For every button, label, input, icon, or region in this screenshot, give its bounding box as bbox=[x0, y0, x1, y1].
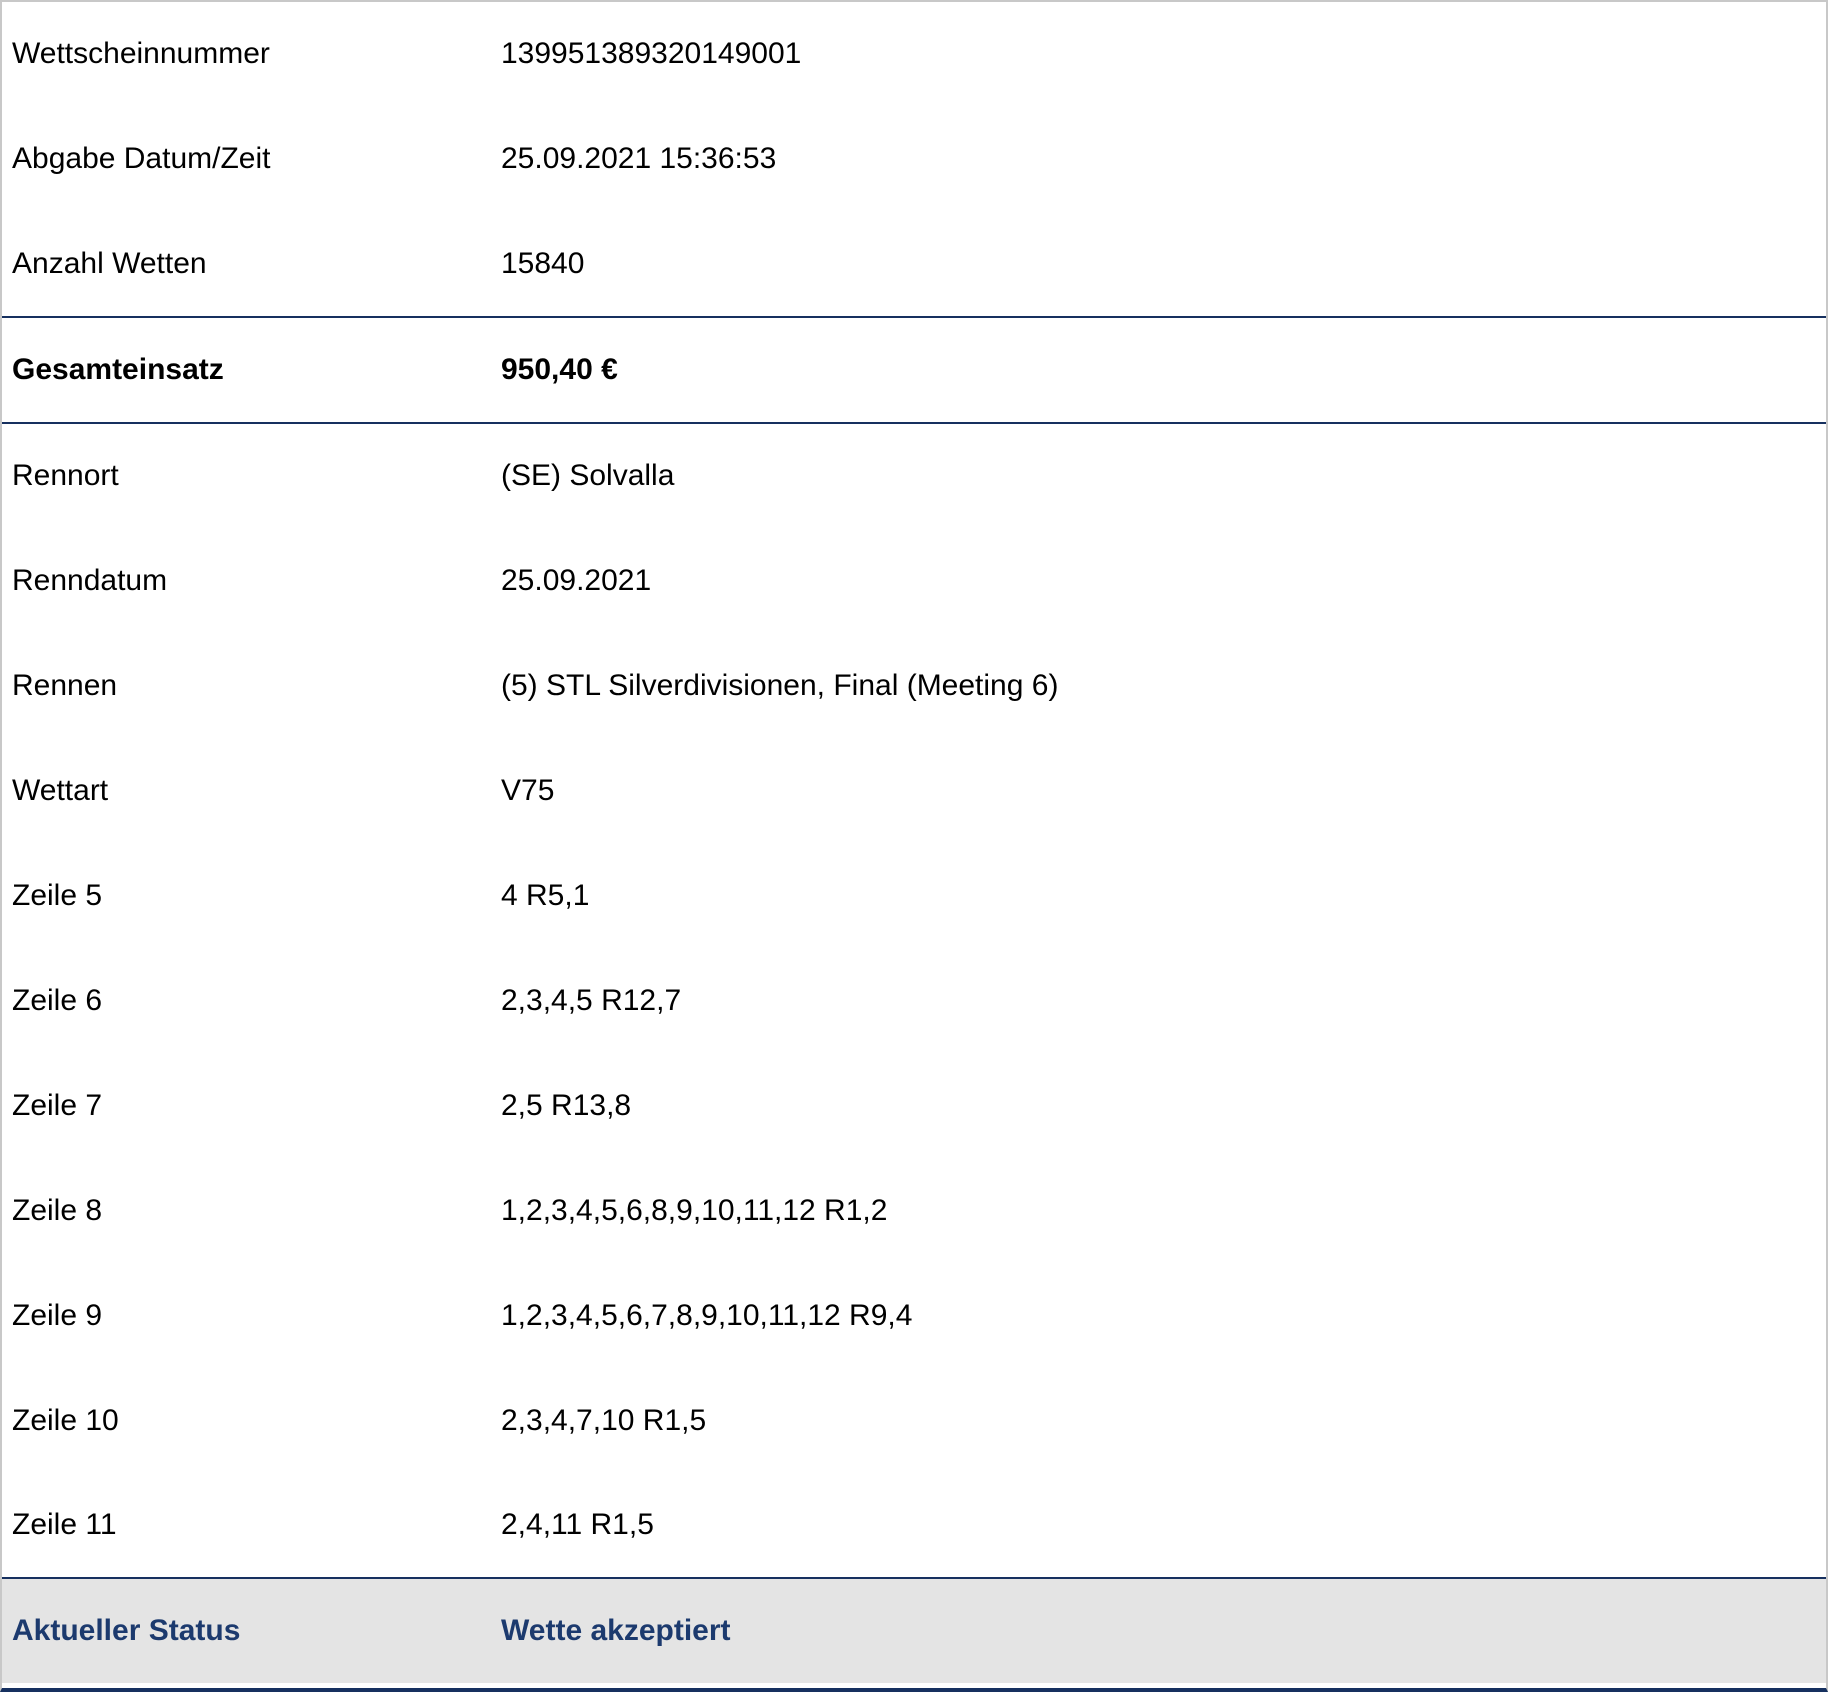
detail-label: Wettscheinnummer bbox=[12, 37, 270, 70]
detail-label: Zeile 10 bbox=[12, 1403, 119, 1437]
detail-label: Renndatum bbox=[12, 563, 168, 597]
detail-label: Rennen bbox=[12, 668, 118, 702]
detail-row-bet-count: Anzahl Wetten 15840 bbox=[2, 211, 1826, 316]
detail-value: (5) STL Silverdivisionen, Final (Meeting… bbox=[501, 668, 1059, 702]
total-stake-value: 950,40 € bbox=[501, 353, 618, 386]
detail-row-race: Rennen (5) STL Silverdivisionen, Final (… bbox=[2, 633, 1826, 738]
bet-slip-details: Wettscheinnummer 139951389320149001 Abga… bbox=[0, 0, 1828, 1692]
total-stake-label: Gesamteinsatz bbox=[12, 353, 224, 386]
detail-value: 4 R5,1 bbox=[501, 878, 590, 912]
detail-row-line-5: Zeile 5 4 R5,1 bbox=[2, 843, 1826, 948]
total-stake-row: Gesamteinsatz 950,40 € bbox=[2, 316, 1826, 424]
detail-row-line-8: Zeile 8 1,2,3,4,5,6,8,9,10,11,12 R1,2 bbox=[2, 1158, 1826, 1263]
status-value: Wette akzeptiert bbox=[501, 1614, 731, 1647]
detail-value: 2,5 R13,8 bbox=[501, 1088, 632, 1122]
detail-value: 25.09.2021 15:36:53 bbox=[501, 141, 777, 175]
detail-label: Zeile 5 bbox=[12, 878, 103, 912]
detail-label: Abgabe Datum/Zeit bbox=[12, 141, 271, 175]
detail-label: Zeile 11 bbox=[12, 1508, 117, 1541]
detail-value: 2,3,4,7,10 R1,5 bbox=[501, 1403, 707, 1437]
detail-row-line-6: Zeile 6 2,3,4,5 R12,7 bbox=[2, 948, 1826, 1053]
detail-row-submission-datetime: Abgabe Datum/Zeit 25.09.2021 15:36:53 bbox=[2, 106, 1826, 211]
detail-row-ticket-number: Wettscheinnummer 139951389320149001 bbox=[2, 2, 1826, 106]
detail-value: 25.09.2021 bbox=[501, 563, 652, 597]
detail-value: V75 bbox=[501, 773, 555, 807]
detail-value: 1,2,3,4,5,6,7,8,9,10,11,12 R9,4 bbox=[501, 1298, 913, 1332]
detail-row-line-7: Zeile 7 2,5 R13,8 bbox=[2, 1053, 1826, 1158]
current-status-row: Aktueller Status Wette akzeptiert bbox=[2, 1577, 1826, 1683]
status-label: Aktueller Status bbox=[12, 1614, 241, 1647]
detail-row-line-10: Zeile 10 2,3,4,7,10 R1,5 bbox=[2, 1368, 1826, 1473]
detail-value: 1,2,3,4,5,6,8,9,10,11,12 R1,2 bbox=[501, 1193, 888, 1227]
detail-row-line-11: Zeile 11 2,4,11 R1,5 bbox=[2, 1473, 1826, 1577]
detail-label: Zeile 9 bbox=[12, 1298, 103, 1332]
detail-label: Zeile 6 bbox=[12, 983, 103, 1017]
detail-row-bet-type: Wettart V75 bbox=[2, 738, 1826, 843]
detail-value: (SE) Solvalla bbox=[501, 459, 675, 492]
detail-value: 15840 bbox=[501, 246, 585, 280]
detail-label: Anzahl Wetten bbox=[12, 246, 207, 280]
detail-row-race-date: Renndatum 25.09.2021 bbox=[2, 528, 1826, 633]
detail-label: Wettart bbox=[12, 773, 109, 807]
detail-value: 139951389320149001 bbox=[501, 37, 802, 70]
detail-label: Rennort bbox=[12, 459, 119, 492]
detail-value: 2,4,11 R1,5 bbox=[501, 1508, 654, 1541]
detail-row-line-9: Zeile 9 1,2,3,4,5,6,7,8,9,10,11,12 R9,4 bbox=[2, 1263, 1826, 1368]
detail-row-venue: Rennort (SE) Solvalla bbox=[2, 424, 1826, 528]
detail-label: Zeile 8 bbox=[12, 1193, 103, 1227]
detail-label: Zeile 7 bbox=[12, 1088, 103, 1122]
detail-value: 2,3,4,5 R12,7 bbox=[501, 983, 682, 1017]
